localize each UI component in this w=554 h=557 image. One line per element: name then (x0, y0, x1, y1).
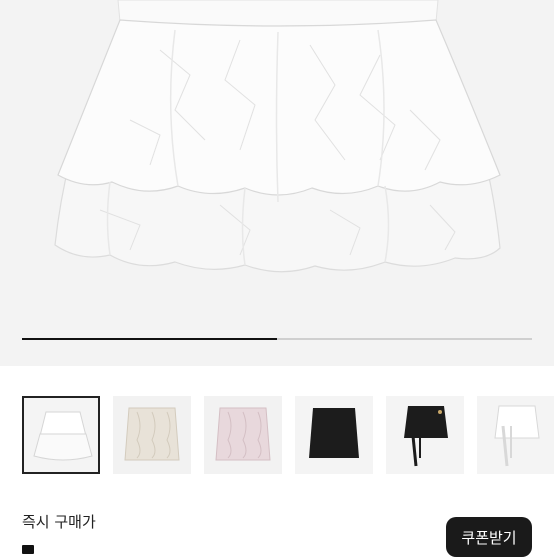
black-mini-skirt-icon (295, 396, 373, 474)
thumbnail-white-wrap-skirt[interactable] (477, 396, 554, 474)
thumbnail-pink-knit-skirt[interactable] (204, 396, 282, 474)
white-ruffle-skirt-icon (24, 398, 98, 472)
white-tiered-ruffle-skirt-photo (54, 0, 501, 273)
thumbnail-ivory-knit-skirt[interactable] (113, 396, 191, 474)
thumbnail-black-mini-skirt[interactable] (295, 396, 373, 474)
image-gallery-progress (22, 338, 532, 340)
thumbnail-white-ruffle-skirt[interactable] (22, 396, 100, 474)
white-wrap-skirt-icon (477, 396, 554, 474)
instant-price-label: 즉시 구매가 (22, 513, 96, 531)
instant-price-value-cropped (22, 545, 34, 554)
thumbnail-black-wrap-skirt[interactable] (386, 396, 464, 474)
product-thumbnail-strip (22, 396, 554, 474)
image-gallery-progress-fill (22, 338, 277, 340)
coupon-download-button[interactable]: 쿠폰받기 (446, 517, 532, 557)
ivory-cable-knit-skirt-icon (113, 396, 191, 474)
black-wrap-skirt-icon (386, 396, 464, 474)
product-main-image[interactable] (0, 0, 554, 366)
pink-cable-knit-skirt-icon (204, 396, 282, 474)
